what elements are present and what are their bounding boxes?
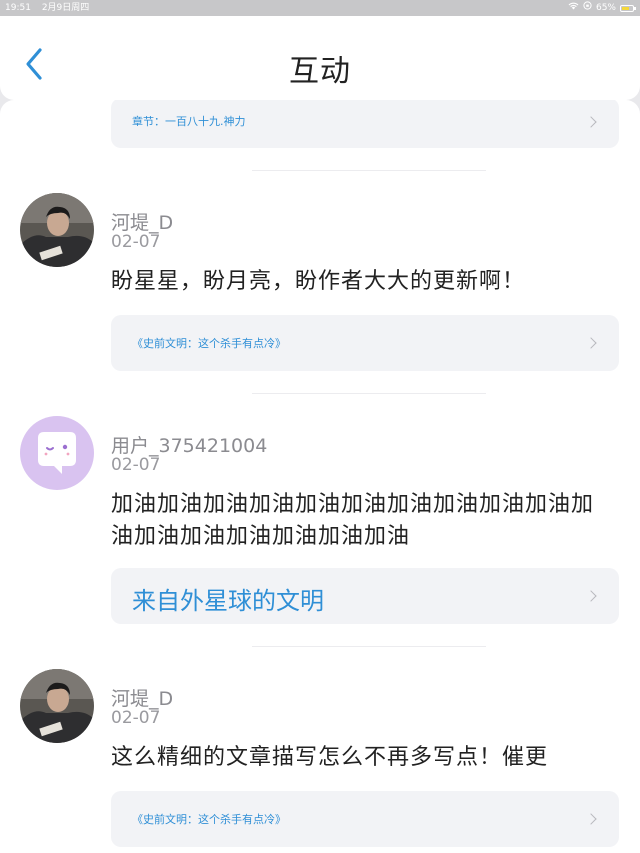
status-bar: 19:51 2月9日周四 65%: [0, 0, 640, 16]
divider: [252, 170, 486, 171]
status-left: 19:51 2月9日周四: [5, 0, 97, 16]
comment-date: 02-07: [111, 708, 161, 728]
comment-date: 02-07: [111, 455, 161, 475]
chevron-right-icon: [585, 116, 597, 128]
wifi-icon: [568, 0, 579, 16]
avatar-default[interactable]: [20, 416, 94, 490]
nav-bar: 互动: [0, 16, 640, 100]
username[interactable]: 河堤_D: [111, 684, 173, 711]
avatar[interactable]: [20, 669, 94, 743]
battery-percent: 65%: [595, 3, 616, 13]
chapter-source-link[interactable]: 章节：一百八十九.神力: [132, 113, 246, 129]
comment-feed[interactable]: 章节：一百八十九.神力 河堤_D 02-07 盼星星，盼月亮，盼作者大大的更新啊…: [0, 100, 640, 853]
battery-icon: [620, 4, 636, 12]
chevron-right-icon: [585, 337, 597, 349]
username[interactable]: 用户_375421004: [111, 431, 267, 458]
status-date: 2月9日周四: [41, 3, 90, 13]
chapter-source-card[interactable]: 章节：一百八十九.神力: [111, 100, 619, 148]
book-source-card[interactable]: 《史前文明：这个杀手有点冷》: [111, 791, 619, 847]
comment-text: 盼星星，盼月亮，盼作者大大的更新啊！: [111, 269, 526, 294]
chevron-right-icon: [585, 590, 597, 602]
status-time: 19:51: [5, 3, 31, 13]
comment-text: 加油加油加油加油加油加油加油加油加油加油加油加油加油加油加油加油加油: [111, 492, 595, 549]
avatar[interactable]: [20, 193, 94, 267]
book-source-link[interactable]: 《史前文明：这个杀手有点冷》: [132, 811, 286, 827]
user-photo-icon: [20, 669, 94, 743]
book-source-link[interactable]: 来自外星球的文明: [132, 581, 324, 616]
divider: [252, 393, 486, 394]
book-source-link[interactable]: 《史前文明：这个杀手有点冷》: [132, 335, 286, 351]
chat-bubble-face-icon: [38, 432, 76, 474]
orientation-lock-icon: [583, 0, 592, 16]
username[interactable]: 河堤_D: [111, 208, 173, 235]
status-right: 65%: [568, 0, 636, 16]
user-photo-icon: [20, 193, 94, 267]
book-source-card[interactable]: 《史前文明：这个杀手有点冷》: [111, 315, 619, 371]
comment-text: 这么精细的文章描写怎么不再多写点！催更: [111, 745, 549, 770]
divider: [252, 646, 486, 647]
book-source-card[interactable]: 来自外星球的文明: [111, 568, 619, 624]
page-title: 互动: [289, 54, 351, 89]
chevron-right-icon: [585, 813, 597, 825]
comment-date: 02-07: [111, 232, 161, 252]
